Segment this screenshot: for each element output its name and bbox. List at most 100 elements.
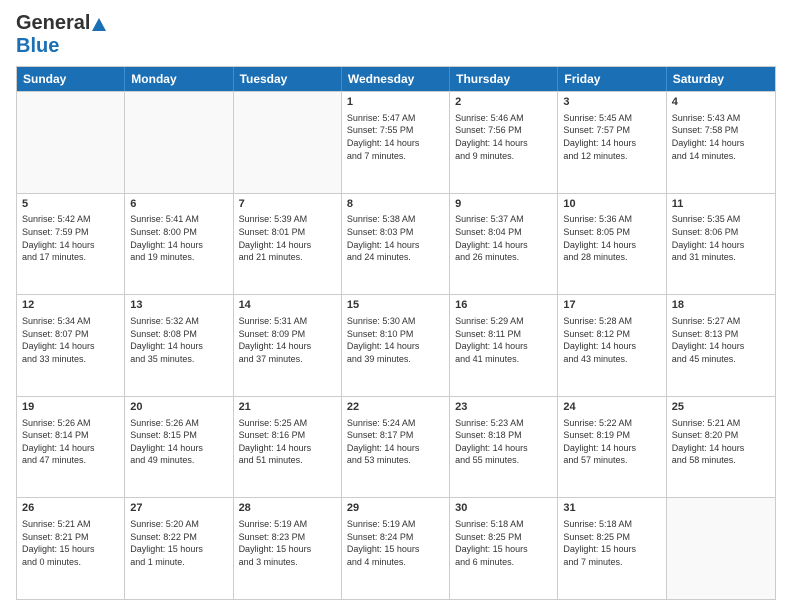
week-row-3: 12 Sunrise: 5:34 AMSunset: 8:07 PMDayligh… bbox=[17, 294, 775, 396]
day-cell-28: 28Sunrise: 5:19 AMSunset: 8:23 PMDayligh… bbox=[234, 498, 342, 599]
day-cell-7: 7Sunrise: 5:39 AMSunset: 8:01 PMDaylight… bbox=[234, 194, 342, 295]
day-number: 16 bbox=[455, 298, 552, 313]
day-info: Sunrise: 5:31 AMSunset: 8:09 PMDaylight:… bbox=[239, 315, 336, 365]
day-cell-16: 16 Sunrise: 5:29 AMSunset: 8:11 PMDayligh… bbox=[450, 295, 558, 396]
day-header-monday: Monday bbox=[125, 67, 233, 91]
day-number: 24 bbox=[563, 400, 660, 415]
day-number: 22 bbox=[347, 400, 444, 415]
day-number: 2 bbox=[455, 95, 552, 110]
week-row-2: 5Sunrise: 5:42 AMSunset: 7:59 PMDaylight… bbox=[17, 193, 775, 295]
day-info: Sunrise: 5:26 AMSunset: 8:14 PMDaylight:… bbox=[22, 417, 119, 467]
day-number: 7 bbox=[239, 197, 336, 212]
day-header-friday: Friday bbox=[558, 67, 666, 91]
day-number: 25 bbox=[672, 400, 770, 415]
day-cell-22: 22 Sunrise: 5:24 AMSunset: 8:17 PMDayligh… bbox=[342, 397, 450, 498]
logo-triangle-icon bbox=[92, 18, 106, 31]
day-cell-8: 8Sunrise: 5:38 AMSunset: 8:03 PMDaylight… bbox=[342, 194, 450, 295]
day-cell-2: 2 Sunrise: 5:46 AMSunset: 7:56 PMDaylight… bbox=[450, 92, 558, 193]
calendar-body: 1Sunrise: 5:47 AMSunset: 7:55 PMDaylight… bbox=[17, 91, 775, 599]
day-info: Sunrise: 5:21 AMSunset: 8:21 PMDaylight:… bbox=[22, 518, 119, 568]
day-header-sunday: Sunday bbox=[17, 67, 125, 91]
page: General Blue SundayMondayTuesdayWednesda… bbox=[0, 0, 792, 612]
day-info: Sunrise: 5:22 AMSunset: 8:19 PMDaylight:… bbox=[563, 417, 660, 467]
day-cell-11: 11Sunrise: 5:35 AMSunset: 8:06 PMDayligh… bbox=[667, 194, 775, 295]
day-cell-31: 31Sunrise: 5:18 AMSunset: 8:25 PMDayligh… bbox=[558, 498, 666, 599]
day-info: Sunrise: 5:43 AMSunset: 7:58 PMDaylight:… bbox=[672, 112, 770, 162]
logo-general-text: General bbox=[16, 12, 90, 35]
day-info: Sunrise: 5:36 AMSunset: 8:05 PMDaylight:… bbox=[563, 213, 660, 263]
day-number: 20 bbox=[130, 400, 227, 415]
day-cell-27: 27 Sunrise: 5:20 AMSunset: 8:22 PMDayligh… bbox=[125, 498, 233, 599]
day-number: 30 bbox=[455, 501, 552, 516]
day-number: 21 bbox=[239, 400, 336, 415]
day-cell-26: 26 Sunrise: 5:21 AMSunset: 8:21 PMDayligh… bbox=[17, 498, 125, 599]
day-header-wednesday: Wednesday bbox=[342, 67, 450, 91]
day-info: Sunrise: 5:19 AMSunset: 8:23 PMDaylight:… bbox=[239, 518, 336, 568]
week-row-5: 26 Sunrise: 5:21 AMSunset: 8:21 PMDayligh… bbox=[17, 497, 775, 599]
day-info: Sunrise: 5:35 AMSunset: 8:06 PMDaylight:… bbox=[672, 213, 770, 263]
day-info: Sunrise: 5:24 AMSunset: 8:17 PMDaylight:… bbox=[347, 417, 444, 467]
day-number: 27 bbox=[130, 501, 227, 516]
day-number: 12 bbox=[22, 298, 119, 313]
day-cell-5: 5Sunrise: 5:42 AMSunset: 7:59 PMDaylight… bbox=[17, 194, 125, 295]
day-cell-20: 20 Sunrise: 5:26 AMSunset: 8:15 PMDayligh… bbox=[125, 397, 233, 498]
day-info: Sunrise: 5:37 AMSunset: 8:04 PMDaylight:… bbox=[455, 213, 552, 263]
day-info: Sunrise: 5:39 AMSunset: 8:01 PMDaylight:… bbox=[239, 213, 336, 263]
day-info: Sunrise: 5:32 AMSunset: 8:08 PMDaylight:… bbox=[130, 315, 227, 365]
logo: General Blue bbox=[16, 12, 106, 58]
day-cell-15: 15 Sunrise: 5:30 AMSunset: 8:10 PMDayligh… bbox=[342, 295, 450, 396]
day-number: 23 bbox=[455, 400, 552, 415]
day-cell-21: 21Sunrise: 5:25 AMSunset: 8:16 PMDayligh… bbox=[234, 397, 342, 498]
week-row-1: 1Sunrise: 5:47 AMSunset: 7:55 PMDaylight… bbox=[17, 91, 775, 193]
day-number: 18 bbox=[672, 298, 770, 313]
day-cell-12: 12 Sunrise: 5:34 AMSunset: 8:07 PMDayligh… bbox=[17, 295, 125, 396]
day-info: Sunrise: 5:27 AMSunset: 8:13 PMDaylight:… bbox=[672, 315, 770, 365]
day-cell-empty bbox=[17, 92, 125, 193]
day-number: 26 bbox=[22, 501, 119, 516]
day-info: Sunrise: 5:18 AMSunset: 8:25 PMDaylight:… bbox=[563, 518, 660, 568]
calendar-header: SundayMondayTuesdayWednesdayThursdayFrid… bbox=[17, 67, 775, 91]
day-info: Sunrise: 5:29 AMSunset: 8:11 PMDaylight:… bbox=[455, 315, 552, 365]
day-number: 10 bbox=[563, 197, 660, 212]
day-cell-24: 24 Sunrise: 5:22 AMSunset: 8:19 PMDayligh… bbox=[558, 397, 666, 498]
day-cell-empty bbox=[667, 498, 775, 599]
day-number: 4 bbox=[672, 95, 770, 110]
day-cell-23: 23Sunrise: 5:23 AMSunset: 8:18 PMDayligh… bbox=[450, 397, 558, 498]
day-cell-6: 6Sunrise: 5:41 AMSunset: 8:00 PMDaylight… bbox=[125, 194, 233, 295]
day-cell-18: 18 Sunrise: 5:27 AMSunset: 8:13 PMDayligh… bbox=[667, 295, 775, 396]
header: General Blue bbox=[16, 12, 776, 58]
day-number: 29 bbox=[347, 501, 444, 516]
day-cell-14: 14Sunrise: 5:31 AMSunset: 8:09 PMDayligh… bbox=[234, 295, 342, 396]
day-info: Sunrise: 5:46 AMSunset: 7:56 PMDaylight:… bbox=[455, 112, 552, 162]
calendar: SundayMondayTuesdayWednesdayThursdayFrid… bbox=[16, 66, 776, 600]
day-number: 3 bbox=[563, 95, 660, 110]
day-number: 6 bbox=[130, 197, 227, 212]
day-cell-19: 19 Sunrise: 5:26 AMSunset: 8:14 PMDayligh… bbox=[17, 397, 125, 498]
day-header-thursday: Thursday bbox=[450, 67, 558, 91]
day-cell-10: 10Sunrise: 5:36 AMSunset: 8:05 PMDayligh… bbox=[558, 194, 666, 295]
week-row-4: 19 Sunrise: 5:26 AMSunset: 8:14 PMDayligh… bbox=[17, 396, 775, 498]
day-cell-25: 25Sunrise: 5:21 AMSunset: 8:20 PMDayligh… bbox=[667, 397, 775, 498]
day-info: Sunrise: 5:26 AMSunset: 8:15 PMDaylight:… bbox=[130, 417, 227, 467]
day-info: Sunrise: 5:20 AMSunset: 8:22 PMDaylight:… bbox=[130, 518, 227, 568]
day-cell-30: 30Sunrise: 5:18 AMSunset: 8:25 PMDayligh… bbox=[450, 498, 558, 599]
day-cell-1: 1Sunrise: 5:47 AMSunset: 7:55 PMDaylight… bbox=[342, 92, 450, 193]
day-info: Sunrise: 5:38 AMSunset: 8:03 PMDaylight:… bbox=[347, 213, 444, 263]
day-number: 9 bbox=[455, 197, 552, 212]
day-info: Sunrise: 5:34 AMSunset: 8:07 PMDaylight:… bbox=[22, 315, 119, 365]
day-number: 19 bbox=[22, 400, 119, 415]
day-cell-9: 9Sunrise: 5:37 AMSunset: 8:04 PMDaylight… bbox=[450, 194, 558, 295]
day-number: 5 bbox=[22, 197, 119, 212]
logo-blue-text: Blue bbox=[16, 35, 59, 58]
day-info: Sunrise: 5:30 AMSunset: 8:10 PMDaylight:… bbox=[347, 315, 444, 365]
day-header-saturday: Saturday bbox=[667, 67, 775, 91]
day-number: 15 bbox=[347, 298, 444, 313]
day-number: 1 bbox=[347, 95, 444, 110]
day-info: Sunrise: 5:19 AMSunset: 8:24 PMDaylight:… bbox=[347, 518, 444, 568]
day-number: 17 bbox=[563, 298, 660, 313]
day-info: Sunrise: 5:45 AMSunset: 7:57 PMDaylight:… bbox=[563, 112, 660, 162]
day-cell-13: 13Sunrise: 5:32 AMSunset: 8:08 PMDayligh… bbox=[125, 295, 233, 396]
day-cell-4: 4 Sunrise: 5:43 AMSunset: 7:58 PMDaylight… bbox=[667, 92, 775, 193]
day-header-tuesday: Tuesday bbox=[234, 67, 342, 91]
day-cell-29: 29 Sunrise: 5:19 AMSunset: 8:24 PMDayligh… bbox=[342, 498, 450, 599]
